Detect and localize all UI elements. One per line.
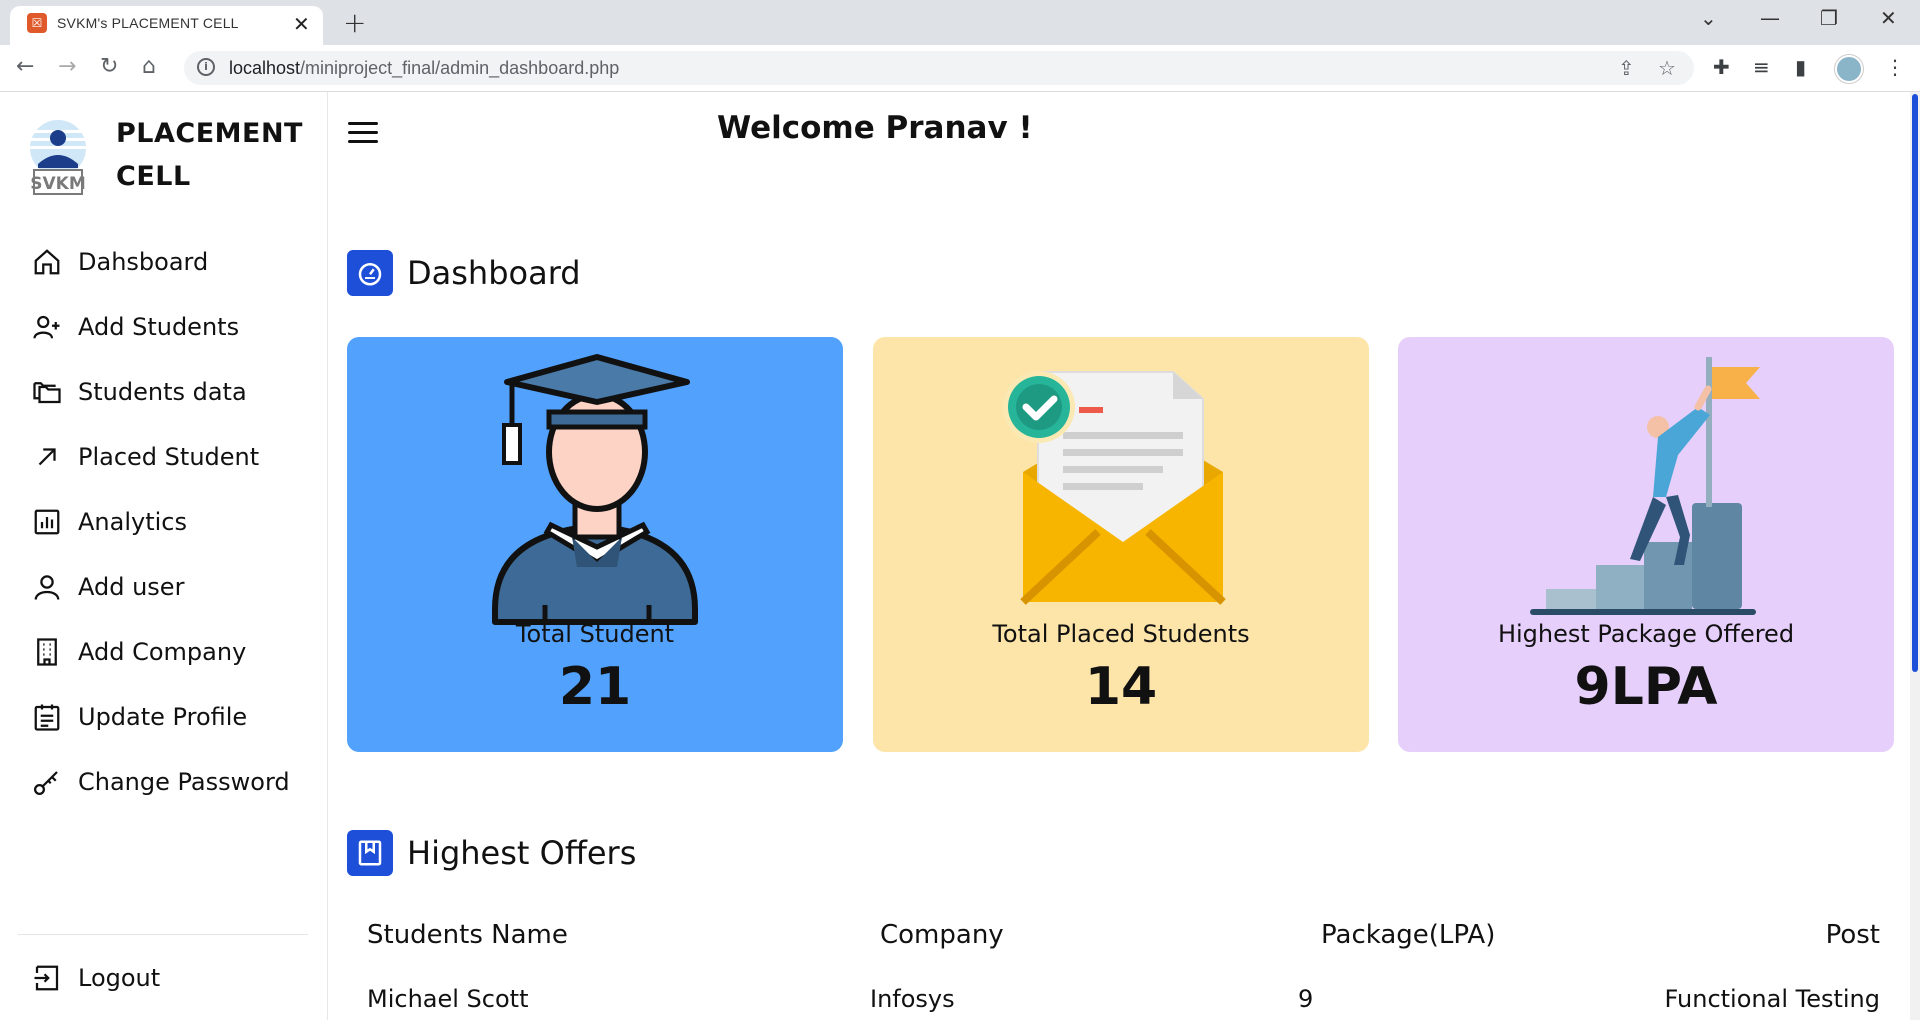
card-value: 9LPA (1574, 657, 1718, 717)
home-icon (34, 249, 60, 275)
sidebar-item-label: Add Students (78, 313, 240, 341)
flag-climber-illustration (1530, 357, 1760, 615)
bookmark-star-icon[interactable]: ☆ (1658, 56, 1676, 80)
sidebar-item-analytics[interactable]: Analytics (32, 502, 312, 542)
restore-icon[interactable]: ❐ (1820, 6, 1838, 30)
welcome-message: Welcome Pranav ! (717, 110, 1033, 146)
sidebar-item-label: Add user (78, 573, 185, 601)
brand-name: PLACEMENT CELL (116, 112, 303, 198)
building-icon (37, 638, 57, 666)
key-icon (34, 771, 58, 795)
graduate-illustration (492, 354, 698, 625)
sidebar-item-logout[interactable]: Logout (32, 958, 312, 998)
bar-chart-icon (34, 509, 60, 535)
svkm-logo: SVKM (30, 120, 86, 195)
user-icon (34, 575, 60, 600)
card-label: Total Placed Students (992, 620, 1250, 648)
extensions-icon[interactable]: ✚ (1713, 55, 1730, 79)
browser-tab[interactable]: ☒ SVKM's PLACEMENT CELL ✕ (10, 6, 323, 45)
sidebar-item-add-company[interactable]: Add Company (32, 632, 312, 672)
brand-line-2: CELL (116, 161, 191, 192)
dashboard-heading: Dashboard (347, 250, 581, 296)
url-text[interactable]: localhost/miniproject_final/admin_dashbo… (229, 58, 619, 79)
new-tab-icon[interactable]: + (343, 6, 366, 39)
share-icon[interactable]: ⇪ (1618, 56, 1635, 80)
brand-line-1: PLACEMENT (116, 118, 303, 149)
address-bar[interactable]: i localhost/miniproject_final/admin_dash… (184, 51, 1694, 85)
url-host: localhost (229, 58, 301, 78)
sidebar-item-change-password[interactable]: Change Password (32, 762, 312, 802)
sidebar-item-label: Analytics (78, 508, 187, 536)
sidebar-item-label: Placed Student (78, 443, 260, 471)
column-header-company[interactable]: Company (880, 920, 1004, 950)
media-queue-icon[interactable]: ≡ (1753, 55, 1770, 79)
home-button-icon[interactable]: ⌂ (142, 54, 156, 79)
sidebar-item-label: Students data (78, 378, 247, 406)
sidebar-item-dashboard[interactable]: Dahsboard (32, 242, 312, 282)
total-placed-card[interactable]: Total Placed Students 14 (873, 337, 1369, 752)
speedometer-icon (347, 250, 393, 296)
svg-text:SVKM: SVKM (30, 174, 86, 194)
tab-title: SVKM's PLACEMENT CELL (57, 15, 239, 31)
cell-package: 9 (1298, 985, 1314, 1013)
sidebar-item-add-user[interactable]: Add user (32, 567, 312, 607)
envelope-check-illustration (1003, 371, 1226, 605)
tab-search-icon[interactable]: ⌄ (1700, 6, 1717, 30)
sidebar-item-students-data[interactable]: Students data (32, 372, 312, 412)
close-tab-icon[interactable]: ✕ (293, 12, 310, 36)
card-value: 21 (558, 657, 632, 717)
reload-icon[interactable]: ↻ (100, 54, 118, 79)
url-path: /miniproject_final/admin_dashboard.php (300, 58, 620, 78)
page-scrollbar[interactable] (1910, 92, 1920, 1020)
column-header-package[interactable]: Package(LPA) (1321, 920, 1495, 950)
forward-icon[interactable]: → (58, 54, 76, 79)
main-content: Welcome Pranav ! Dashboard Total Student… (328, 92, 1900, 1020)
sidebar-item-label: Change Password (78, 768, 290, 796)
side-panel-icon[interactable]: ▮ (1795, 55, 1806, 79)
site-info-icon[interactable]: i (197, 58, 215, 76)
logout-icon (34, 965, 59, 991)
highest-offers-title: Highest Offers (407, 834, 637, 872)
scrollbar-thumb[interactable] (1912, 94, 1918, 672)
profile-avatar[interactable] (1835, 55, 1863, 83)
minimize-icon[interactable]: — (1760, 6, 1780, 30)
logout-label: Logout (78, 964, 161, 992)
bookmark-square-icon (347, 830, 393, 876)
cell-company: Infosys (870, 985, 955, 1013)
sidebar-item-add-students[interactable]: Add Students (32, 307, 312, 347)
card-value: 14 (1084, 657, 1158, 717)
column-header-post[interactable]: Post (1826, 920, 1880, 950)
cell-student-name: Michael Scott (367, 985, 529, 1013)
browser-tab-bar: ☒ SVKM's PLACEMENT CELL ✕ + ⌄ — ❐ ✕ (0, 0, 1920, 45)
card-label: Highest Package Offered (1497, 620, 1795, 648)
sidebar: SVKM PLACEMENT CELL Dahsboard Add Studen… (0, 92, 328, 1020)
dashboard-title: Dashboard (407, 254, 581, 292)
highest-package-card[interactable]: Highest Package Offered 9LPA (1398, 337, 1894, 752)
highest-offers-heading: Highest Offers (347, 830, 636, 876)
column-header-student-name[interactable]: Students Name (367, 920, 568, 950)
xampp-favicon-icon: ☒ (27, 13, 47, 33)
arrow-up-right-icon (38, 448, 56, 466)
card-label: Total Student (515, 620, 675, 648)
more-menu-icon[interactable]: ⋮ (1885, 55, 1905, 79)
close-window-icon[interactable]: ✕ (1880, 6, 1897, 30)
sidebar-item-placed-student[interactable]: Placed Student (32, 437, 312, 477)
calendar-list-icon (34, 704, 60, 731)
folders-icon (33, 382, 61, 404)
user-plus-icon (33, 315, 60, 339)
address-toolbar: ← → ↻ ⌂ i localhost/miniproject_final/ad… (0, 45, 1920, 92)
menu-toggle-icon[interactable] (348, 122, 378, 146)
sidebar-item-label: Add Company (78, 638, 247, 666)
total-student-card[interactable]: Total Student 21 (347, 337, 843, 752)
back-icon[interactable]: ← (16, 54, 34, 79)
cell-post: Functional Testing (1664, 985, 1880, 1013)
sidebar-divider (18, 934, 308, 935)
sidebar-item-label: Dahsboard (78, 248, 209, 276)
sidebar-item-update-profile[interactable]: Update Profile (32, 697, 312, 737)
sidebar-item-label: Update Profile (78, 703, 248, 731)
